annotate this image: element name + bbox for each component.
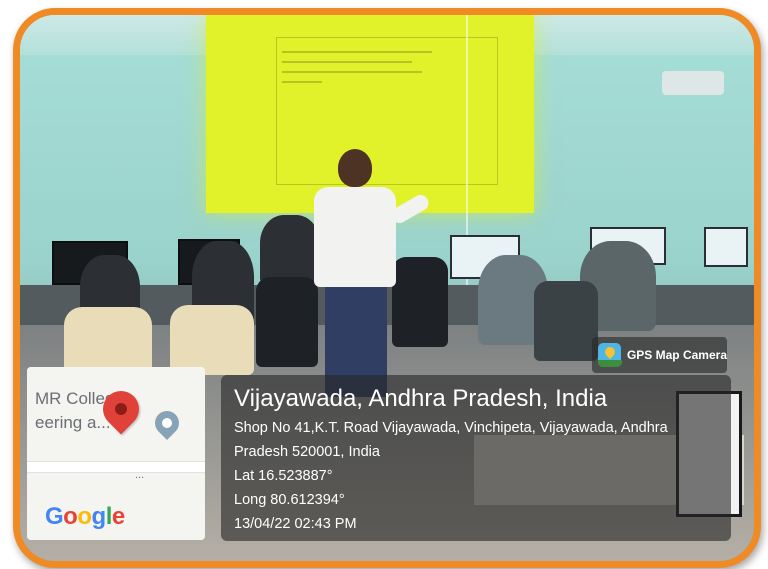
chair [64,307,152,373]
google-logo-letter: g [91,503,107,530]
address-line: Pradesh 520001, India [234,444,380,460]
google-logo-letter: G [45,503,64,530]
location-title: Vijayawada, Andhra Pradesh, India [234,385,608,412]
google-logo: Google [45,503,125,531]
timestamp: 13/04/22 02:43 PM [234,516,357,532]
gps-map-camera-icon [598,343,622,367]
projected-window [276,37,498,185]
google-logo-letter: o [63,503,78,530]
gps-map-camera-badge: GPS Map Camera [592,337,727,373]
student [260,215,320,285]
longitude: Long 80.612394° [234,492,345,508]
projected-text-line [282,81,322,83]
map-dots: ... [135,469,145,481]
teacher-head [338,149,372,187]
chair [170,305,254,375]
chair [392,257,448,347]
latitude: Lat 16.523887° [234,468,333,484]
map-road [27,461,205,473]
projected-text-line [282,61,412,63]
chair [534,281,598,361]
air-conditioner [662,71,724,95]
teacher [314,187,396,287]
google-logo-letter: o [77,503,92,530]
projector-screen [206,15,534,213]
gps-badge-label: GPS Map Camera [626,348,727,362]
chair [256,277,318,367]
projected-text-line [282,71,422,73]
projected-text-line [282,51,432,53]
google-logo-letter: e [111,503,125,530]
location-info-panel: Vijayawada, Andhra Pradesh, India Shop N… [221,375,731,541]
map-thumbnail: MR College eering a... ... Google [27,367,205,540]
monitor [704,227,748,267]
address-line: Shop No 41,K.T. Road Vijayawada, Vinchip… [234,420,668,436]
